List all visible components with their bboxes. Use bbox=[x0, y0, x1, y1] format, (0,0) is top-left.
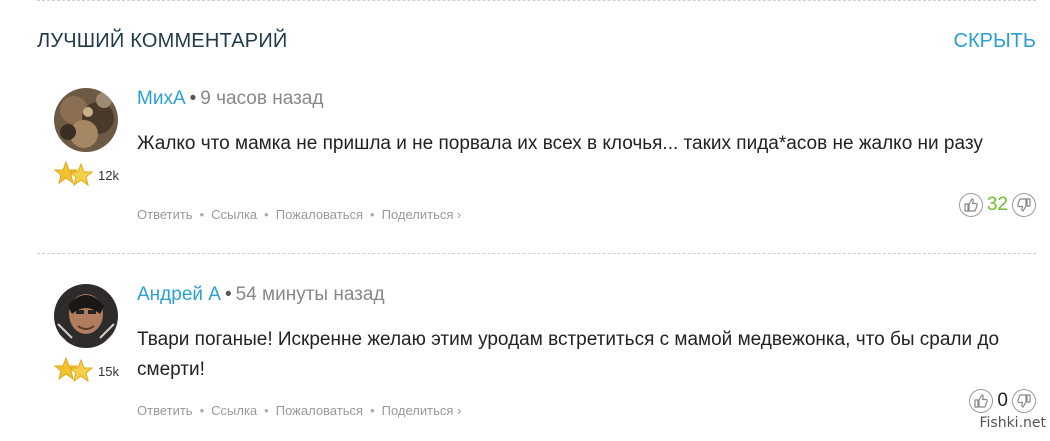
thumbs-up-icon[interactable] bbox=[958, 193, 983, 217]
reply-link[interactable]: Ответить bbox=[137, 403, 193, 418]
comment-meta: Андрей А • 54 минуты назад bbox=[137, 284, 385, 306]
karma-count: 15k bbox=[98, 364, 119, 379]
author-name[interactable]: МихА bbox=[137, 88, 186, 109]
permalink-link[interactable]: Ссылка bbox=[211, 207, 257, 222]
comment-text: Жалко что мамка не пришла и не порвала и… bbox=[137, 133, 983, 154]
best-comment-header: ЛУЧШИЙ КОММЕНТАРИЙ СКРЫТЬ bbox=[37, 30, 1036, 60]
thumbs-down-icon[interactable] bbox=[1012, 193, 1036, 217]
comment-item: 12k МихА • 9 часов назад Жалко что мамка н… bbox=[0, 80, 1050, 245]
vote-widget: 0 bbox=[969, 388, 1036, 414]
vote-score: 32 bbox=[986, 194, 1008, 215]
meta-separator: • bbox=[224, 284, 232, 305]
author-name[interactable]: Андрей А bbox=[137, 284, 221, 305]
meta-separator: • bbox=[189, 88, 197, 109]
thumbs-up-icon[interactable] bbox=[969, 389, 994, 413]
timestamp[interactable]: 54 минуты назад bbox=[236, 284, 385, 305]
section-title: ЛУЧШИЙ КОММЕНТАРИЙ bbox=[37, 30, 288, 52]
share-link[interactable]: Поделиться › bbox=[382, 403, 462, 418]
avatar[interactable] bbox=[54, 284, 118, 348]
hide-button[interactable]: СКРЫТЬ bbox=[954, 30, 1036, 53]
report-link[interactable]: Пожаловаться bbox=[276, 207, 363, 222]
watermark: Fishki.net bbox=[979, 415, 1046, 431]
comment-divider bbox=[37, 253, 1036, 254]
share-link[interactable]: Поделиться › bbox=[382, 207, 462, 222]
comment-meta: МихА • 9 часов назад bbox=[137, 88, 323, 110]
rank-stars bbox=[53, 356, 94, 383]
comment-actions: Ответить • Ссылка • Пожаловаться • Поделиться … bbox=[137, 207, 462, 222]
reply-link[interactable]: Ответить bbox=[137, 207, 193, 222]
comment-actions: Ответить • Ссылка • Пожаловаться • Поделиться … bbox=[137, 403, 462, 418]
timestamp[interactable]: 9 часов назад bbox=[200, 88, 323, 109]
top-divider bbox=[37, 0, 1036, 1]
comment-item: 15k Андрей А • 54 минуты назад Твари поган… bbox=[0, 276, 1050, 441]
rank-stars bbox=[53, 160, 94, 187]
vote-widget: 32 bbox=[958, 192, 1036, 218]
report-link[interactable]: Пожаловаться bbox=[276, 403, 363, 418]
comment-text: Твари поганые! Искренне желаю этим урода… bbox=[137, 329, 1000, 380]
avatar[interactable] bbox=[54, 88, 118, 152]
karma-count: 12k bbox=[98, 168, 119, 183]
vote-score: 0 bbox=[997, 390, 1008, 411]
permalink-link[interactable]: Ссылка bbox=[211, 403, 257, 418]
thumbs-down-icon[interactable] bbox=[1012, 389, 1036, 413]
